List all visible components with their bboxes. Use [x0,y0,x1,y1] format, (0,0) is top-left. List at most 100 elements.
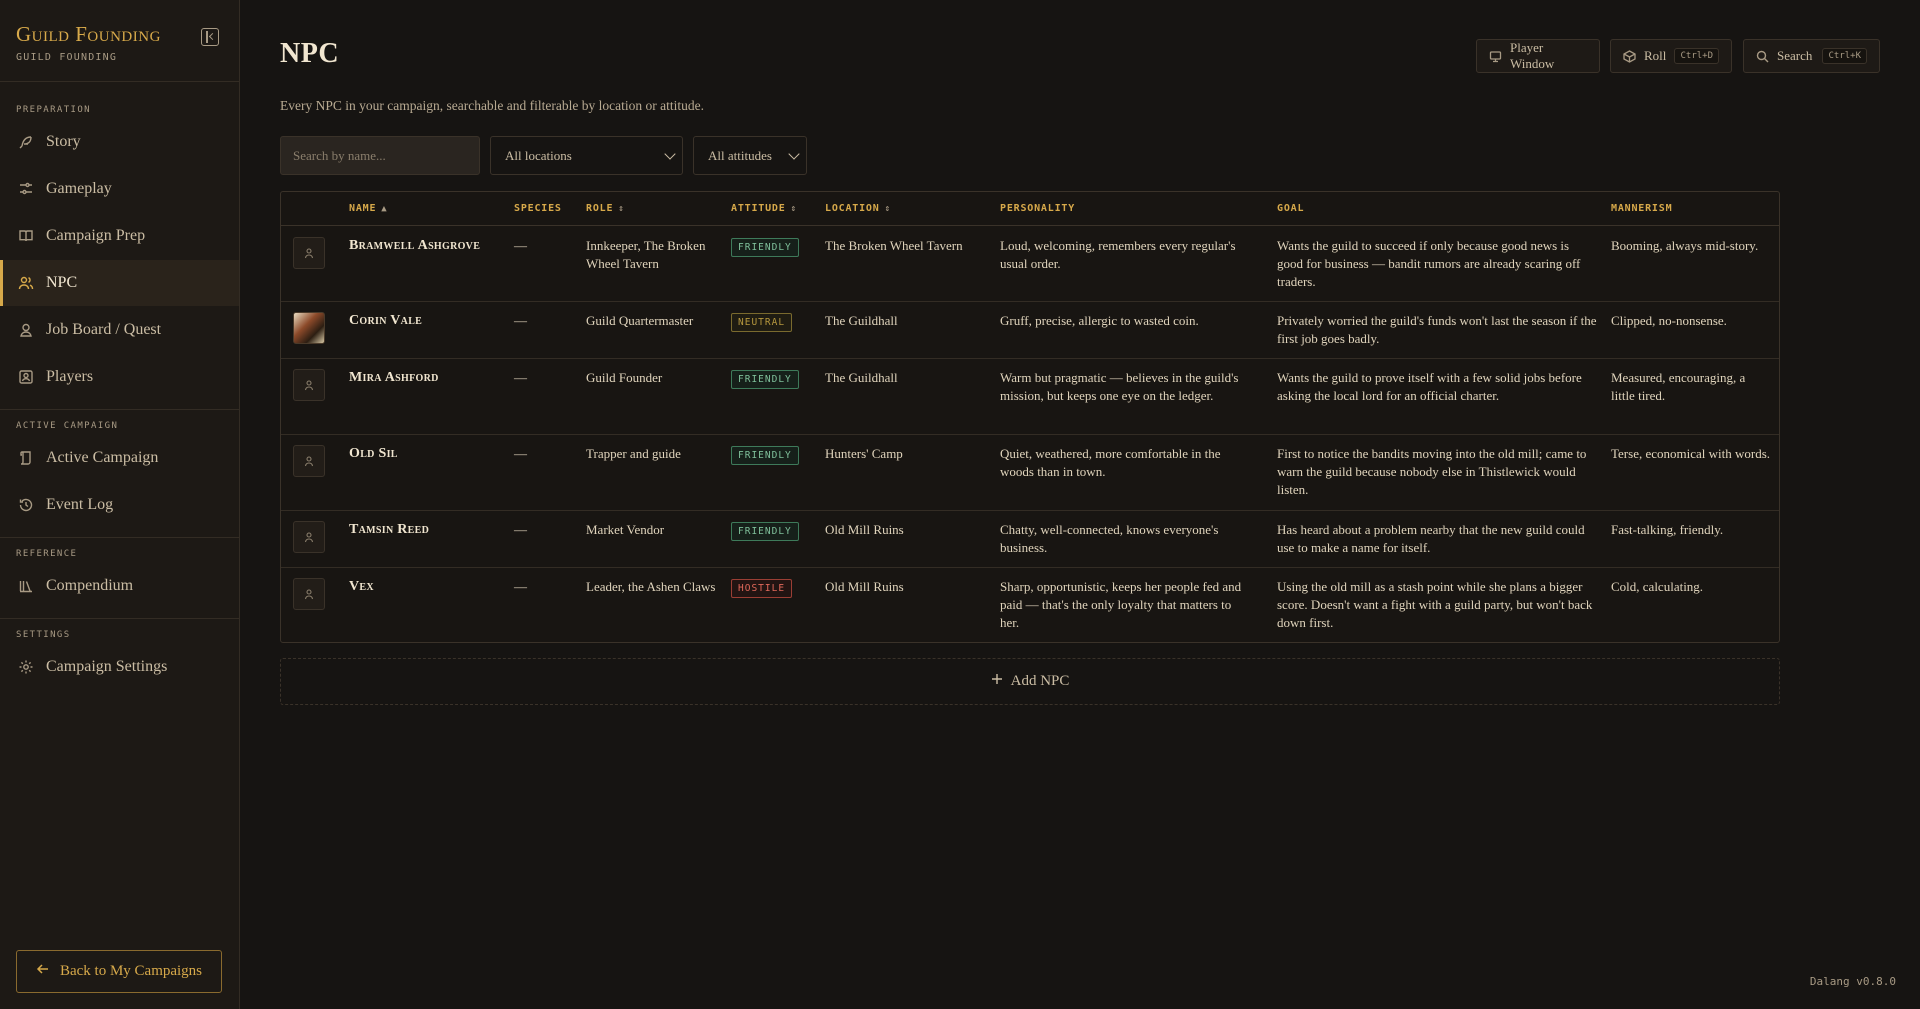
npc-species: — [514,446,527,461]
search-label: Search [1777,48,1813,63]
sidebar-item-campaign-prep[interactable]: Campaign Prep [0,213,239,259]
column-attitude[interactable]: ATTITUDE ⇕ [731,203,797,214]
scroll-icon [18,450,34,466]
attitude-badge: FRIENDLY [731,370,799,389]
sliders-icon [18,181,34,197]
npc-mannerism: Measured, encouraging, a little tired. [1611,370,1746,403]
sidebar-item-npc[interactable]: NPC [0,260,239,306]
table-row[interactable]: Bramwell Ashgrove — Innkeeper, The Broken … [281,227,1779,302]
column-role[interactable]: ROLE ⇕ [586,203,625,214]
npc-location: The Guildhall [825,370,898,385]
sidebar-item-label: NPC [46,274,78,291]
npc-mannerism: Cold, calculating. [1611,579,1704,594]
feather-icon [18,134,34,150]
history-icon [18,497,34,513]
column-label: LOCATION [825,203,880,214]
npc-name: Old Sil [349,446,398,461]
sidebar: Guild Founding GUILD FOUNDING PREPARATIO… [0,0,240,1009]
attitude-filter-select[interactable]: All attitudes [693,136,807,175]
sort-asc-icon: ▲ [381,203,388,214]
player-window-button[interactable]: Player Window [1476,39,1600,73]
search-by-name-input[interactable] [280,136,480,175]
column-species: SPECIES [514,203,562,214]
npc-role: Innkeeper, The Broken Wheel Tavern [586,238,706,271]
dice-icon [1623,49,1636,63]
back-to-campaigns-button[interactable]: Back to My Campaigns [16,950,222,993]
npc-species: — [514,238,527,253]
sidebar-item-label: Active Campaign [46,449,159,466]
roll-button[interactable]: Roll Ctrl+D [1610,39,1732,73]
column-label: PERSONALITY [1000,203,1076,214]
column-name[interactable]: NAME ▲ [349,203,388,214]
attitude-filter-value: All attitudes [708,147,772,163]
npc-goal: Using the old mill as a stash point whil… [1277,579,1593,630]
version-label: Dalang v0.8.0 [1809,975,1896,988]
sidebar-item-job-board[interactable]: Job Board / Quest [0,307,239,353]
sidebar-item-story[interactable]: Story [0,119,239,165]
add-npc-button[interactable]: Add NPC [280,658,1780,705]
scroll-person-icon [18,322,34,338]
table-row[interactable]: Vex — Leader, the Ashen Claws HOSTILE Old Mi… [281,568,1779,644]
npc-table: NAME ▲ SPECIES ROLE ⇕ ATTITUDE ⇕ LOCATION ⇕ … [280,191,1780,643]
npc-species: — [514,522,527,537]
sidebar-item-gameplay[interactable]: Gameplay [0,166,239,212]
divider [0,409,239,410]
back-button-label: Back to My Campaigns [59,963,203,979]
section-settings: SETTINGS [16,630,71,640]
column-mannerism: MANNERISM [1611,203,1672,214]
table-row[interactable]: Tamsin Reed — Market Vendor FRIENDLY Old Mil… [281,511,1779,568]
npc-mannerism: Terse, economical with words. [1611,446,1771,461]
divider [0,618,239,619]
column-label: MANNERISM [1611,203,1673,214]
plus-icon [991,673,1003,690]
search-button[interactable]: Search Ctrl+K [1743,39,1880,73]
location-filter-value: All locations [505,147,572,163]
page-title: NPC [280,38,340,69]
sidebar-item-label: Players [46,368,94,385]
table-row[interactable]: Corin Vale — Guild Quartermaster NEUTRAL The… [281,302,1779,359]
collapse-sidebar-icon[interactable] [201,28,219,46]
search-shortcut: Ctrl+K [1822,48,1867,64]
roll-label: Roll [1644,48,1667,63]
npc-mannerism: Clipped, no-nonsense. [1611,313,1727,328]
page-description: Every NPC in your campaign, searchable a… [280,98,704,113]
npc-goal: Wants the guild to prove itself with a f… [1277,370,1582,403]
npc-portrait [293,312,325,344]
npc-species: — [514,579,527,594]
sidebar-item-campaign-settings[interactable]: Campaign Settings [0,644,239,690]
sidebar-item-label: Job Board / Quest [46,321,162,338]
sidebar-item-label: Compendium [46,577,134,594]
brand: Guild Founding GUILD FOUNDING [16,22,161,63]
users-icon [18,275,34,291]
column-location[interactable]: LOCATION ⇕ [825,203,891,214]
sort-icon: ⇕ [790,203,797,214]
attitude-badge: FRIENDLY [731,238,799,257]
avatar-placeholder-icon [293,237,325,269]
table-row[interactable]: Mira Ashford — Guild Founder FRIENDLY The Gu… [281,359,1779,435]
table-header: NAME ▲ SPECIES ROLE ⇕ ATTITUDE ⇕ LOCATION ⇕ … [281,192,1779,226]
npc-personality: Sharp, opportunistic, keeps her people f… [1000,579,1242,630]
sort-icon: ⇕ [884,203,891,214]
npc-location: Hunters' Camp [825,446,903,461]
brand-title: Guild Founding [16,22,161,46]
npc-location: Old Mill Ruins [825,579,904,594]
npc-name: Mira Ashford [349,370,439,385]
location-filter-select[interactable]: All locations [490,136,683,175]
sidebar-item-compendium[interactable]: Compendium [0,563,239,609]
npc-location: The Guildhall [825,313,898,328]
sidebar-item-event-log[interactable]: Event Log [0,482,239,528]
id-card-icon [18,369,34,385]
table-row[interactable]: Old Sil — Trapper and guide FRIENDLY Hunters… [281,435,1779,511]
sidebar-item-players[interactable]: Players [0,354,239,400]
gear-icon [18,659,34,675]
attitude-badge: FRIENDLY [731,522,799,541]
arrow-left-icon [36,962,50,981]
npc-goal: Privately worried the guild's funds won'… [1277,313,1597,346]
column-label: ROLE [586,203,614,214]
sidebar-item-label: Story [46,133,81,150]
divider [0,537,239,538]
column-goal: GOAL [1277,203,1304,214]
sidebar-item-active-campaign[interactable]: Active Campaign [0,435,239,481]
sidebar-item-label: Campaign Settings [46,658,168,675]
npc-role: Guild Founder [586,370,663,385]
